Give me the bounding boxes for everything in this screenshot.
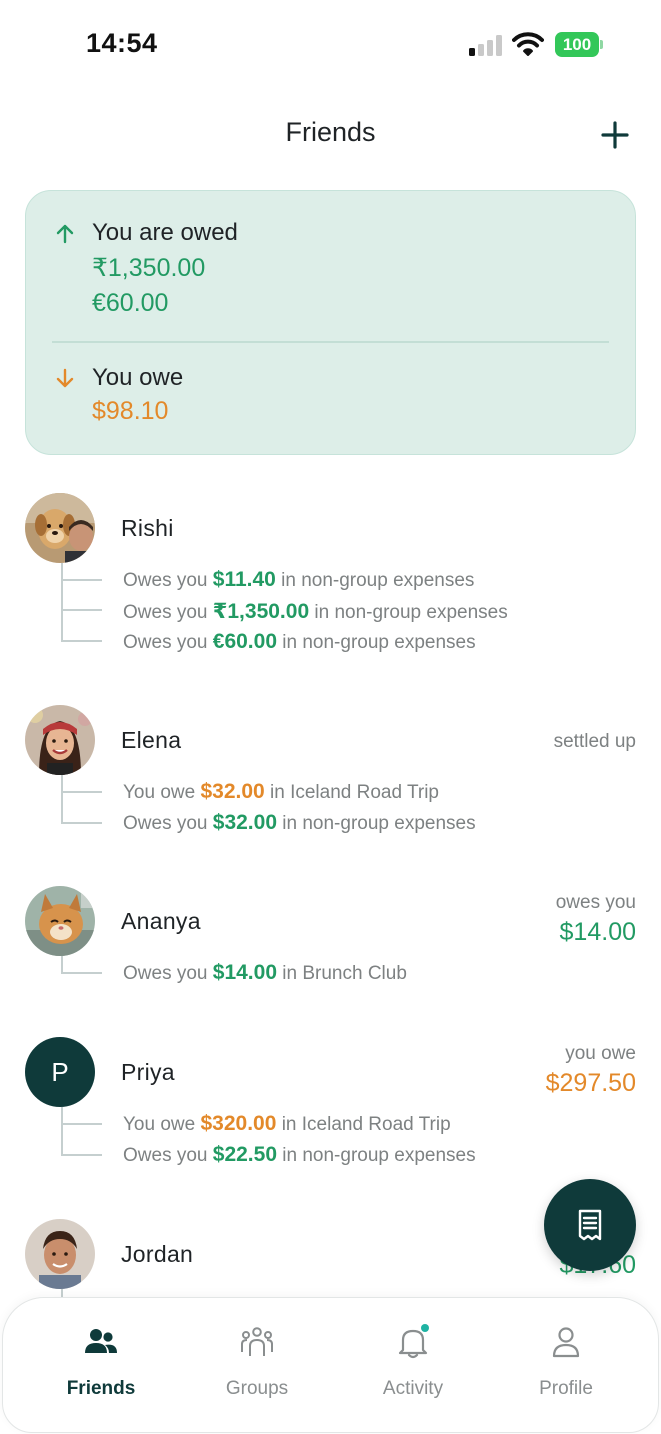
arrow-up-icon bbox=[56, 224, 74, 244]
nav-label: Activity bbox=[382, 1378, 444, 1399]
friend-name: Ananya bbox=[121, 908, 201, 934]
balance-detail: Owes you $22.50 in non-group expenses bbox=[123, 1143, 476, 1166]
owe-amount: $98.10 bbox=[92, 397, 169, 425]
groups-icon bbox=[241, 1327, 273, 1356]
tree-connector bbox=[61, 1289, 63, 1297]
receipt-icon bbox=[578, 1209, 602, 1241]
battery-level: 100 bbox=[555, 32, 599, 57]
tree-connector bbox=[61, 1107, 63, 1156]
friend-row-rishi[interactable]: Rishi Owes you $11.40 in non-group expen… bbox=[0, 493, 661, 663]
add-expense-button[interactable] bbox=[544, 1179, 636, 1271]
nav-label: Profile bbox=[539, 1378, 593, 1399]
balance-detail: You owe $320.00 in Iceland Road Trip bbox=[123, 1112, 451, 1135]
avatar bbox=[25, 886, 95, 956]
balance-summary-card: You are owed ₹1,350.00 €60.00 You owe $9… bbox=[25, 190, 636, 455]
detail-amount: $11.40 bbox=[212, 568, 276, 591]
balance-amount: $297.50 bbox=[545, 1069, 636, 1097]
you-are-owed-label: You are owed bbox=[92, 219, 238, 246]
avatar bbox=[25, 1219, 95, 1289]
wifi-icon bbox=[512, 32, 544, 56]
tree-branch bbox=[61, 640, 102, 642]
divider bbox=[52, 341, 609, 343]
nav-profile[interactable]: Profile bbox=[501, 1320, 631, 1410]
arrow-down-icon bbox=[56, 368, 74, 388]
nav-label: Friends bbox=[66, 1378, 136, 1399]
tree-branch bbox=[61, 609, 102, 611]
tree-branch bbox=[61, 1154, 102, 1156]
friend-row-ananya[interactable]: Ananya owes you $14.00 Owes you $14.00 i… bbox=[0, 886, 661, 986]
avatar bbox=[25, 493, 95, 563]
detail-amount: €60.00 bbox=[212, 630, 277, 653]
friends-screen: 14:54 100 Friends You are owed ₹1,350.00… bbox=[0, 0, 661, 1434]
tree-branch bbox=[61, 791, 102, 793]
balance-detail: Owes you $14.00 in Brunch Club bbox=[123, 961, 407, 984]
balance-status: settled up bbox=[553, 731, 636, 752]
nav-label: Groups bbox=[225, 1378, 289, 1399]
profile-icon bbox=[552, 1327, 580, 1358]
balance-status: owes you bbox=[555, 892, 636, 913]
balance-status: you owe bbox=[565, 1043, 636, 1064]
tree-connector bbox=[61, 775, 63, 824]
tree-connector bbox=[61, 563, 63, 642]
bell-icon bbox=[398, 1324, 429, 1359]
detail-amount: $22.50 bbox=[212, 1143, 277, 1166]
page-title: Friends bbox=[285, 117, 376, 147]
nav-activity[interactable]: Activity bbox=[348, 1320, 478, 1410]
bottom-navigation: Friends Groups Activity Profile bbox=[2, 1297, 659, 1433]
tree-branch bbox=[61, 1123, 102, 1125]
friends-icon bbox=[85, 1329, 117, 1353]
tree-branch bbox=[61, 972, 102, 974]
nav-friends[interactable]: Friends bbox=[36, 1320, 166, 1410]
status-bar: 14:54 100 bbox=[0, 0, 661, 90]
friend-name: Elena bbox=[121, 727, 182, 753]
detail-amount: $32.00 bbox=[200, 780, 265, 803]
balance-detail: Owes you ₹1,350.00 in non-group expenses bbox=[123, 600, 508, 623]
you-owe-label: You owe bbox=[92, 364, 184, 391]
friend-row-priya[interactable]: P Priya you owe $297.50 You owe $320.00 … bbox=[0, 1037, 661, 1167]
nav-groups[interactable]: Groups bbox=[192, 1320, 322, 1410]
add-friend-button[interactable] bbox=[596, 116, 634, 154]
balance-amount: $14.00 bbox=[559, 918, 636, 946]
tree-branch bbox=[61, 822, 102, 824]
notification-dot bbox=[421, 1324, 429, 1332]
friend-name: Rishi bbox=[121, 515, 174, 541]
friend-name: Priya bbox=[121, 1059, 175, 1085]
plus-icon bbox=[601, 121, 629, 149]
balance-detail: You owe $32.00 in Iceland Road Trip bbox=[123, 780, 439, 803]
owed-amount: €60.00 bbox=[92, 289, 169, 317]
status-time: 14:54 bbox=[86, 28, 158, 58]
avatar bbox=[25, 705, 95, 775]
detail-amount: ₹1,350.00 bbox=[212, 600, 310, 623]
balance-detail: Owes you $11.40 in non-group expenses bbox=[123, 568, 475, 591]
detail-amount: $14.00 bbox=[212, 961, 277, 984]
owed-amount: ₹1,350.00 bbox=[92, 254, 206, 282]
tree-branch bbox=[61, 579, 102, 581]
avatar: P bbox=[25, 1037, 95, 1107]
balance-detail: Owes you $32.00 in non-group expenses bbox=[123, 811, 476, 834]
friend-row-elena[interactable]: Elena settled up You owe $32.00 in Icela… bbox=[0, 705, 661, 835]
battery-icon: 100 bbox=[555, 32, 603, 57]
detail-amount: $320.00 bbox=[200, 1112, 277, 1135]
detail-amount: $32.00 bbox=[212, 811, 277, 834]
cellular-signal-icon bbox=[469, 35, 503, 56]
friend-name: Jordan bbox=[121, 1241, 194, 1267]
balance-detail: Owes you €60.00 in non-group expenses bbox=[123, 630, 476, 653]
